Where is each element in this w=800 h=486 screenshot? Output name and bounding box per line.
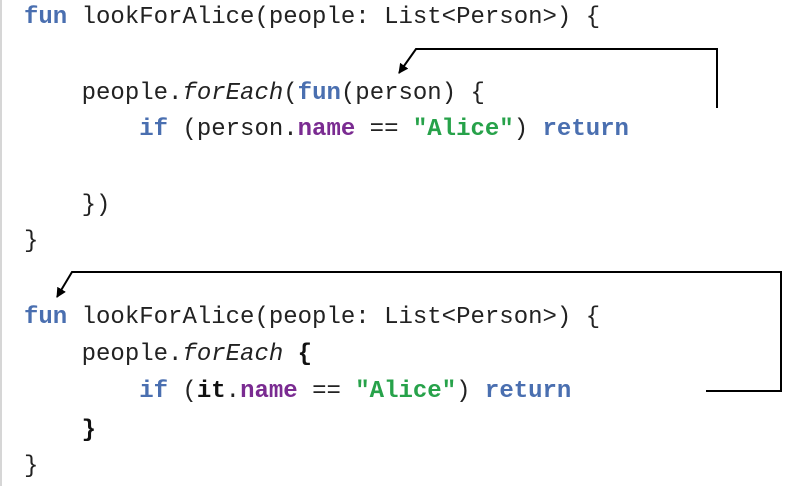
code-diagram: fun lookForAlice(people: List<Person>) {… (0, 0, 800, 486)
return-arrows (56, 48, 782, 392)
arrow-return-to-anonymous-fun (398, 48, 718, 108)
arrow-return-to-outer-fun (56, 271, 782, 392)
